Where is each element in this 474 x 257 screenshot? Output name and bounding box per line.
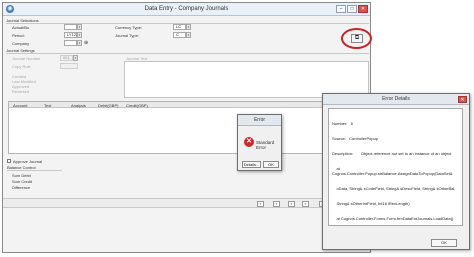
error-description: Description: Object reference not set to… xyxy=(332,151,452,156)
bottom-toolbar: ▪ ▪ ▪ ▪ ▪ ▪ xyxy=(3,198,370,208)
company-field[interactable] xyxy=(64,40,77,46)
sum-credit-label: Sum Credit xyxy=(12,179,33,184)
ok-button[interactable]: OK xyxy=(263,161,279,168)
column-header[interactable]: Analysis xyxy=(71,103,86,108)
error-details-titlebar[interactable]: Error Details ✕ xyxy=(323,94,469,105)
error-details-title: Error Details xyxy=(382,96,410,102)
period-dropdown[interactable]: ▾ xyxy=(77,32,82,38)
difference-label: Difference xyxy=(12,185,31,190)
column-header[interactable]: Credit(GBP) xyxy=(126,103,148,108)
divider xyxy=(6,53,369,54)
actual-dropdown[interactable]: ▾ xyxy=(77,24,82,30)
journal-type-field[interactable] xyxy=(173,32,186,38)
stack-trace-line: at Cognos.Controller.Forms.Form.frmDataE… xyxy=(332,216,454,221)
approve-journal-label: Approve Journal xyxy=(13,159,43,164)
column-header[interactable]: Account xyxy=(13,103,27,108)
column-header[interactable]: Text xyxy=(44,103,51,108)
period-value: LY12 xyxy=(67,32,77,37)
approve-journal-checkbox[interactable] xyxy=(7,159,11,163)
error-dialog-title: Error xyxy=(253,117,266,123)
currency-type-label: Currency Type: xyxy=(115,25,143,30)
divider xyxy=(7,170,62,171)
company-info-icon[interactable]: ⊕ xyxy=(84,40,88,46)
print-icon[interactable]: ▪ xyxy=(288,201,295,207)
journal-type-value: C xyxy=(176,32,179,37)
close-icon[interactable]: ✕ xyxy=(458,96,467,103)
actual-field[interactable] xyxy=(64,24,77,30)
data-entry-window: ◉ Data Entry - Company Journals – □ ✕ Jo… xyxy=(2,2,371,253)
error-dialog-titlebar[interactable]: Error xyxy=(238,115,281,126)
close-button[interactable]: ✕ xyxy=(358,5,368,13)
details-button[interactable]: Details... xyxy=(242,161,261,168)
delete-icon[interactable]: ▪ xyxy=(273,201,280,207)
error-dialog: Error ✕ Standard Error Details... OK xyxy=(237,114,282,171)
details-ok-button[interactable]: OK xyxy=(431,239,457,247)
minimize-button[interactable]: – xyxy=(336,5,346,13)
error-details-dialog: Error Details ✕ Number: 5 Source: Contro… xyxy=(322,93,470,250)
journal-number-label: Journal Number xyxy=(12,56,41,61)
copy-rule-label: Copy Rule xyxy=(12,64,31,69)
period-label: Period: xyxy=(12,33,25,38)
error-number: Number: 5 xyxy=(332,121,353,126)
company-label: Company xyxy=(12,41,30,46)
column-header[interactable]: Debit(GBP) xyxy=(98,103,118,108)
save-icon[interactable]: ▪ xyxy=(257,201,264,207)
main-titlebar[interactable]: ◉ Data Entry - Company Journals – □ ✕ xyxy=(3,3,370,16)
stack-trace-line: String& sOtherIntField, Int16 iRecLength… xyxy=(332,201,410,206)
copy-icon[interactable]: ▪ xyxy=(302,201,309,207)
sum-debit-label: Sum Debit xyxy=(12,173,31,178)
stack-trace-line: oData, String& sCodeField, String& sDesc… xyxy=(332,186,456,191)
journal-type-label: Journal Type: xyxy=(115,33,139,38)
reversed-label: Reversed xyxy=(12,89,30,94)
error-details-text[interactable]: Number: 5 Source: ControllerPopup Descri… xyxy=(328,108,463,226)
company-dropdown[interactable]: ▾ xyxy=(77,40,82,46)
currency-type-value: LC xyxy=(176,24,182,29)
maximize-button[interactable]: □ xyxy=(347,5,357,13)
journal-number-value: 001 xyxy=(63,55,70,60)
error-source: Source: ControllerPopup xyxy=(332,136,379,141)
journal-lines-grid[interactable]: Account Text Analysis Debit(GBP) Credit(… xyxy=(8,101,370,154)
stack-trace-line: at Cognos.Controller.Popup.strBalance.As… xyxy=(332,166,453,176)
window-title: Data Entry - Company Journals xyxy=(144,6,229,12)
error-icon: ✕ xyxy=(244,137,254,147)
journal-type-dropdown[interactable]: ▾ xyxy=(186,32,191,38)
journal-number-dropdown[interactable]: ▾ xyxy=(73,55,78,61)
error-message: Standard Error xyxy=(256,140,275,150)
currency-type-dropdown[interactable]: ▾ xyxy=(186,24,191,30)
grid-header: Account Text Analysis Debit(GBP) Credit(… xyxy=(9,102,369,108)
actual-label: Actual/Bu xyxy=(12,25,30,30)
window-controls: – □ ✕ xyxy=(336,5,368,13)
copy-rule-field xyxy=(60,63,78,69)
highlight-ring xyxy=(341,28,372,49)
